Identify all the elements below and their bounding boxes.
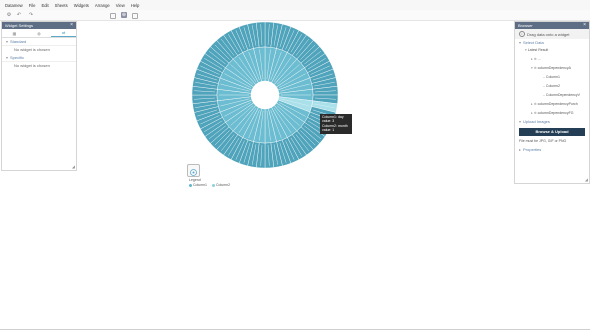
sunburst-center[interactable]	[251, 81, 279, 109]
tab-data-icon[interactable]: ◍	[27, 29, 52, 37]
legend-dot-icon	[189, 183, 192, 187]
specific-empty-message: No widget is chosen	[2, 61, 76, 70]
app-logo[interactable]: Datamew	[5, 3, 23, 8]
section-standard[interactable]: ▾ Standard	[2, 38, 76, 45]
tab-config-icon[interactable]: ⇄	[51, 29, 77, 37]
standard-empty-message: No widget is chosen	[2, 45, 76, 54]
browser-header: Browser ×	[515, 22, 589, 29]
resize-handle-icon[interactable]: ◢	[585, 177, 588, 182]
tree-item[interactable]: – Column2	[515, 82, 589, 91]
tree-item[interactable]: – Column1	[515, 73, 589, 82]
browser-panel: Browser × i Drag data onto a widget ▾ Sel…	[514, 21, 590, 184]
properties-label: Properties	[523, 147, 542, 152]
chart-tooltip: Column1: day value: 3 Column2: month val…	[320, 114, 352, 134]
widget-settings-tabs: ▦ ◍ ⇄	[2, 29, 77, 38]
tree-item[interactable]: ▸ ⊕ columnDependencyPurch	[515, 100, 589, 109]
browser-info-text: Drag data onto a widget	[527, 31, 570, 37]
widget-settings-title: Widget Settings	[5, 23, 34, 28]
zoom-tool-icon[interactable]: ⊕	[121, 12, 127, 18]
menu-widgets[interactable]: Widgets	[74, 3, 89, 8]
widget-settings-panel: Widget Settings × ▦ ◍ ⇄ ▾ Standard No wid…	[1, 21, 77, 171]
properties-section[interactable]: ▸ Properties	[515, 146, 589, 153]
upload-images-label: Upload Images	[523, 119, 550, 124]
select-tool-icon[interactable]	[110, 13, 116, 19]
legend-title: Legend	[189, 178, 201, 182]
close-icon[interactable]: ×	[583, 22, 586, 29]
chart-legend: Legend Column1 Column2	[189, 178, 230, 187]
tooltip-line: value: 1	[322, 127, 335, 132]
close-icon[interactable]: ×	[70, 22, 73, 29]
legend-item[interactable]: Column2	[212, 183, 230, 187]
info-icon: i	[519, 31, 525, 37]
menu-file[interactable]: File	[29, 3, 36, 8]
sunburst-chart[interactable]	[190, 20, 340, 170]
section-specific-label: Specific	[10, 55, 25, 60]
menu-arrange[interactable]: Arrange	[95, 3, 110, 8]
section-standard-label: Standard	[10, 39, 27, 44]
bottom-divider	[0, 329, 590, 330]
widget-settings-header: Widget Settings ×	[2, 22, 76, 29]
legend-item[interactable]: Column1	[189, 183, 207, 187]
tree-item[interactable]: ▸ ⊕ columnDependencyFG	[515, 109, 589, 118]
layout-tool-icon[interactable]	[132, 13, 138, 19]
select-data-label: Select Data	[523, 40, 544, 45]
legend-dot-icon	[212, 183, 216, 187]
menu-edit[interactable]: Edit	[41, 3, 48, 8]
tree-item[interactable]: ▾ ⊕ columnDependencyA	[515, 64, 589, 73]
menu-view[interactable]: View	[116, 3, 125, 8]
upload-images-section[interactable]: ▾ Upload Images	[515, 118, 589, 125]
menu-sheets[interactable]: Sheets	[55, 3, 68, 8]
tree-item[interactable]: ▾ Latest Result	[515, 46, 589, 55]
menu-help[interactable]: Help	[131, 3, 140, 8]
select-data-section[interactable]: ▾ Select Data	[515, 39, 589, 46]
browser-info: i Drag data onto a widget	[515, 29, 589, 39]
data-tree: ▾ Latest Result ▸ ⊕ ... ▾ ⊕ columnDepend…	[515, 46, 589, 118]
sunburst-rings	[191, 21, 339, 169]
resize-handle-icon[interactable]: ◢	[72, 164, 75, 169]
tree-item[interactable]: – ColumnDependencyV	[515, 91, 589, 100]
tab-style-icon[interactable]: ▦	[2, 29, 27, 37]
browse-upload-button[interactable]: Browse & Upload	[519, 128, 585, 136]
undo-icon[interactable]: ↶	[16, 12, 22, 18]
tree-item[interactable]: ▸ ⊕ ...	[515, 55, 589, 64]
browser-title: Browser	[518, 23, 533, 28]
redo-icon[interactable]: ↷	[28, 12, 34, 18]
section-specific[interactable]: ▾ Specific	[2, 54, 76, 61]
widget-menu-icon[interactable]	[187, 164, 200, 177]
file-type-note: File must be JPG, GIF or PNG	[519, 139, 567, 143]
settings-icon[interactable]: ⚙	[6, 12, 12, 18]
